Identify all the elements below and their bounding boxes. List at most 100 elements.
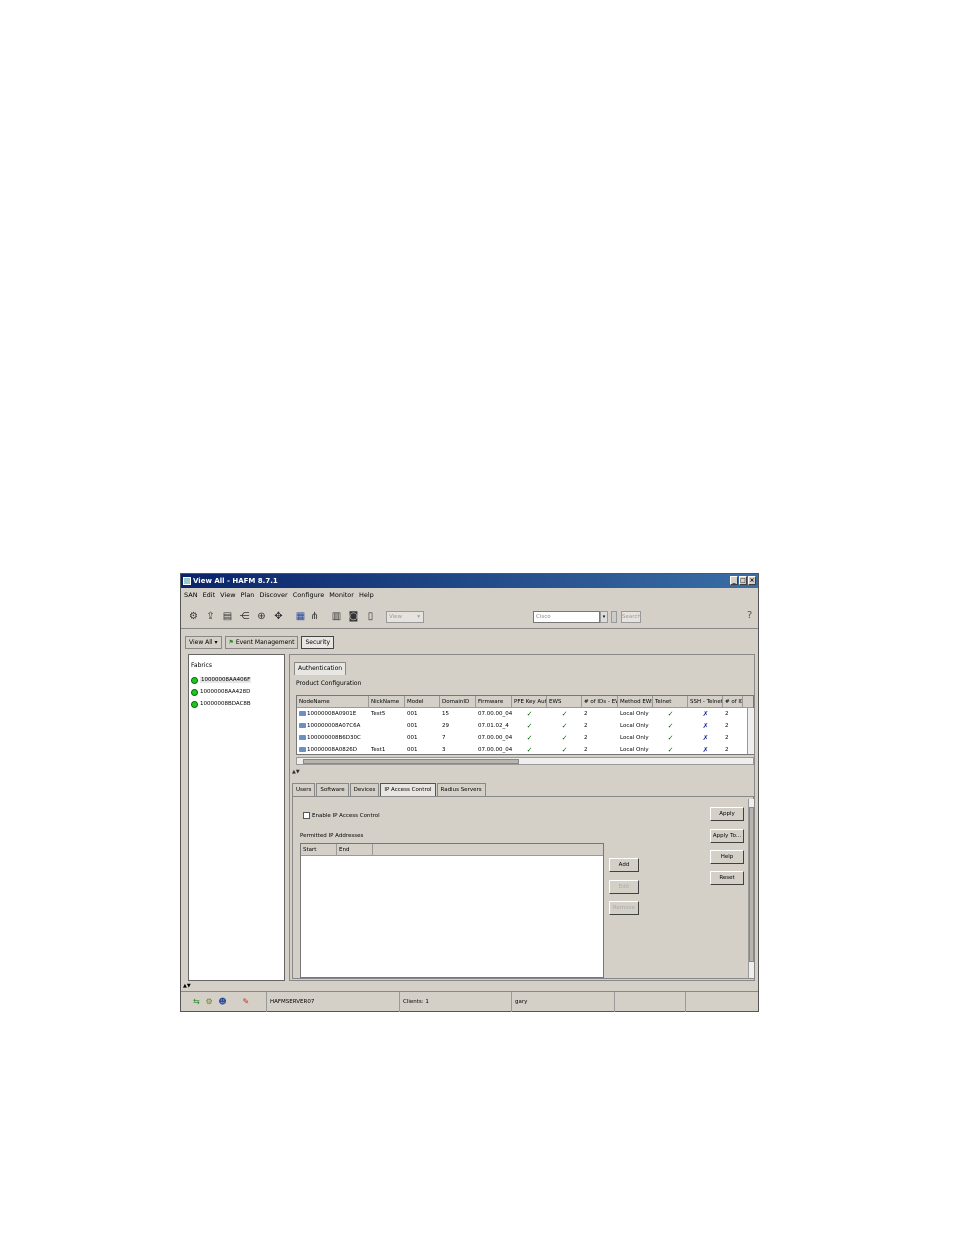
product-config-label: Product Configuration bbox=[296, 680, 362, 687]
move-icon[interactable]: ✥ bbox=[273, 611, 284, 622]
node-name: 10000008A0826D bbox=[307, 747, 357, 753]
scroll-thumb[interactable] bbox=[303, 759, 519, 764]
title-bar[interactable]: View All - HAFM 8.7.1 _ □ × bbox=[181, 574, 758, 588]
scroll-thumb[interactable] bbox=[749, 807, 754, 962]
fabric-item[interactable]: 10000008AA406F bbox=[189, 674, 284, 686]
reset-button[interactable]: Reset bbox=[710, 871, 744, 885]
check-icon: ✓ bbox=[667, 746, 674, 754]
panel-vertical-scrollbar[interactable] bbox=[748, 799, 754, 978]
status-bar: ⇆ ⚙ ☻ ✎ HAFMSERVER07 Clients: 1 gary bbox=[181, 991, 758, 1012]
search-spinner[interactable] bbox=[611, 611, 617, 623]
alert-off-icon[interactable]: ✎ bbox=[242, 992, 249, 1012]
menu-help[interactable]: Help bbox=[359, 589, 374, 602]
col-pfe[interactable]: PFE Key Aut... bbox=[512, 696, 547, 708]
edit-button[interactable]: Edit bbox=[609, 880, 639, 894]
diagram-icon[interactable]: ⋔ bbox=[309, 611, 320, 622]
col-nodename[interactable]: NodeName bbox=[297, 696, 369, 708]
apply-button[interactable]: Apply bbox=[710, 807, 744, 821]
cell-ids_ews: 2 bbox=[584, 711, 588, 717]
remove-button[interactable]: Remove bbox=[609, 901, 639, 915]
tab-authentication[interactable]: Authentication bbox=[294, 662, 347, 675]
status-splitter[interactable]: ▲▼ bbox=[183, 983, 191, 989]
tab-users[interactable]: Users bbox=[292, 783, 316, 796]
hafm-icon[interactable]: ⚙ bbox=[188, 611, 199, 622]
menu-monitor[interactable]: Monitor bbox=[329, 589, 354, 602]
camera-icon[interactable]: ◙ bbox=[348, 611, 359, 622]
tab-event-management[interactable]: ⚑ Event Management bbox=[224, 636, 299, 649]
checkbox-box[interactable] bbox=[303, 812, 310, 819]
report-icon[interactable]: ▯ bbox=[365, 611, 376, 622]
connection-icon[interactable]: ⇆ bbox=[193, 992, 200, 1012]
tab-view-all[interactable]: View All ▾ bbox=[185, 636, 222, 649]
fabric-icon[interactable]: ⚙ bbox=[205, 992, 212, 1012]
cell-ids: 2 bbox=[725, 747, 729, 753]
search-dropdown[interactable]: ▾ bbox=[600, 611, 608, 623]
table-vertical-scrollbar[interactable] bbox=[747, 708, 754, 754]
tab-devices[interactable]: Devices bbox=[349, 783, 380, 796]
fabrics-header: Fabrics bbox=[191, 662, 212, 669]
menu-plan[interactable]: Plan bbox=[241, 589, 255, 602]
table-row[interactable]: 100000008B6D30C 001 7 07.00.00_04 ✓ ✓ 2 Local O… bbox=[297, 732, 753, 744]
user-icon[interactable]: ☻ bbox=[218, 992, 226, 1012]
status-icons: ⇆ ⚙ ☻ ✎ bbox=[181, 992, 267, 1012]
enable-ip-checkbox[interactable]: Enable IP Access Control bbox=[303, 812, 380, 819]
fabric-item[interactable]: 10000008BDAC8B bbox=[189, 698, 284, 710]
col-ssh-telnet[interactable]: SSH - Telnet bbox=[688, 696, 723, 708]
close-button[interactable]: × bbox=[748, 576, 756, 585]
pane-splitter[interactable]: ▲▼ bbox=[292, 769, 300, 775]
search-button[interactable]: Search bbox=[621, 611, 641, 623]
library-icon[interactable]: ▥ bbox=[331, 611, 342, 622]
cross-icon: ✗ bbox=[702, 734, 709, 742]
col-telnet[interactable]: Telnet bbox=[653, 696, 688, 708]
apply-to-button[interactable]: Apply To... bbox=[710, 829, 744, 843]
tab-radius-servers[interactable]: Radius Servers bbox=[436, 783, 486, 796]
col-start[interactable]: Start bbox=[301, 844, 337, 856]
tab-software[interactable]: Software bbox=[316, 783, 349, 796]
view-select[interactable]: View ▾ bbox=[386, 611, 424, 623]
cell-method: Local Only bbox=[620, 723, 649, 729]
table-row[interactable]: 10000008A0901E Test5 001 15 07.00.00_04 ✓ ✓ 2 Lo… bbox=[297, 708, 753, 720]
check-icon: ✓ bbox=[526, 722, 533, 730]
col-ews[interactable]: EWS bbox=[547, 696, 582, 708]
zoom-icon[interactable]: ⊕ bbox=[256, 611, 267, 622]
table-row[interactable]: 100000008A07C6A 001 29 07.01.02_4 ✓ ✓ 2 Local O… bbox=[297, 720, 753, 732]
menu-discover[interactable]: Discover bbox=[259, 589, 287, 602]
check-icon: ✓ bbox=[561, 746, 568, 754]
export-icon[interactable]: ⇪ bbox=[205, 611, 216, 622]
search-input[interactable]: Cisco bbox=[533, 611, 600, 623]
fabric-item[interactable]: 10000008AA428D bbox=[189, 686, 284, 698]
tab-security[interactable]: Security bbox=[301, 636, 335, 649]
col-end[interactable]: End bbox=[337, 844, 373, 856]
menu-san[interactable]: SAN bbox=[184, 589, 198, 602]
col-firmware[interactable]: Firmware bbox=[476, 696, 512, 708]
switch-icon bbox=[299, 723, 306, 728]
menu-view[interactable]: View bbox=[220, 589, 235, 602]
maximize-button[interactable]: □ bbox=[739, 576, 747, 585]
topology-icon[interactable]: ⋲ bbox=[239, 611, 250, 622]
menu-edit[interactable]: Edit bbox=[203, 589, 216, 602]
server-name: HAFMSERVER07 bbox=[267, 992, 400, 1012]
menu-configure[interactable]: Configure bbox=[293, 589, 325, 602]
cell-ids: 2 bbox=[725, 711, 729, 717]
app-icon bbox=[183, 577, 191, 585]
help-button[interactable]: Help bbox=[710, 850, 744, 864]
tab-ip-access-control[interactable]: IP Access Control bbox=[380, 783, 436, 797]
col-method-ews[interactable]: Method EWS bbox=[618, 696, 653, 708]
help-icon[interactable]: ? bbox=[747, 610, 752, 621]
col-model[interactable]: Model bbox=[405, 696, 440, 708]
table-horizontal-scrollbar[interactable] bbox=[296, 757, 754, 765]
minimize-button[interactable]: _ bbox=[730, 576, 738, 585]
col-ids[interactable]: # of IDs... bbox=[723, 696, 743, 708]
col-domainid[interactable]: DomainID bbox=[440, 696, 476, 708]
table-icon[interactable]: ▦ bbox=[295, 611, 306, 622]
table-row[interactable]: 10000008A0826D Test1 001 3 07.00.00_04 ✓ ✓ 2 Loc… bbox=[297, 744, 753, 754]
document-icon[interactable]: ▤ bbox=[222, 611, 233, 622]
cell-nick: Test1 bbox=[371, 747, 386, 753]
table-header: NodeName NickName Model DomainID Firmwar… bbox=[297, 696, 753, 708]
cell-domain: 3 bbox=[442, 747, 446, 753]
permitted-ip-table[interactable]: Start End bbox=[300, 843, 604, 978]
add-button[interactable]: Add bbox=[609, 858, 639, 872]
switch-icon bbox=[299, 711, 306, 716]
col-nickname[interactable]: NickName bbox=[369, 696, 405, 708]
col-ids-ews[interactable]: # of IDs - EWS bbox=[582, 696, 618, 708]
